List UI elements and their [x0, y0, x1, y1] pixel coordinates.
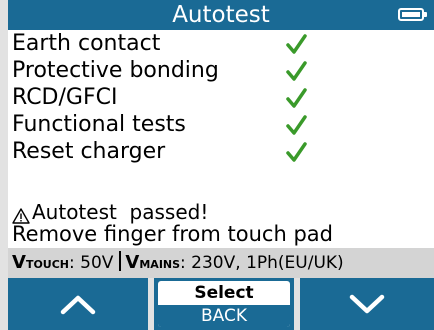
test-row-rcd-gfci: RCD/GFCI	[8, 84, 434, 111]
scroll-down-button[interactable]	[300, 278, 434, 330]
select-back-box: Select BACK	[158, 281, 290, 327]
test-row-protective-bonding: Protective bonding	[8, 57, 434, 84]
touch-voltage-symbol: V	[12, 252, 26, 273]
chevron-down-icon	[349, 294, 385, 314]
battery-full-icon	[398, 8, 427, 21]
touch-voltage-value: : 50V	[69, 253, 114, 273]
title-bar: Autotest	[8, 0, 434, 30]
checkmark-icon	[286, 142, 307, 162]
touch-voltage-subscript: TOUCH	[25, 258, 70, 271]
test-row-reset-charger: Reset charger	[8, 138, 434, 165]
scroll-up-button[interactable]	[8, 278, 148, 330]
chevron-up-icon	[60, 295, 96, 315]
voltage-status-bar: VTOUCH: 50V VMAINS: 230V, 1Ph(EU/UK)	[8, 248, 434, 278]
test-row-earth-contact: Earth contact	[8, 30, 434, 57]
mains-voltage-symbol: V	[125, 252, 140, 273]
checkmark-icon	[286, 88, 307, 108]
page-title: Autotest	[172, 2, 270, 28]
test-row-functional-tests: Functional tests	[8, 111, 434, 138]
checkmark-icon	[286, 115, 307, 135]
test-label: Reset charger	[12, 139, 166, 164]
voltage-readout: VTOUCH: 50V VMAINS: 230V, 1Ph(EU/UK)	[12, 250, 344, 278]
mains-voltage-value: : 230V, 1Ph(EU/UK)	[180, 253, 344, 273]
checkmark-icon	[286, 34, 307, 54]
message-title: Autotest passed!	[32, 200, 209, 224]
softkey-bar: Select BACK	[8, 278, 434, 330]
status-separator	[119, 251, 122, 271]
test-label: Earth contact	[12, 31, 161, 56]
message-instruction: Remove finger from touch pad	[12, 222, 333, 246]
test-label: RCD/GFCI	[12, 85, 118, 110]
mains-voltage-subscript: MAINS	[139, 258, 181, 271]
test-label: Protective bonding	[12, 58, 219, 83]
device-screen: Autotest Earth contact Protective bondin…	[8, 0, 434, 330]
back-label: BACK	[158, 305, 290, 327]
select-back-button[interactable]: Select BACK	[154, 278, 294, 330]
status-message: Autotest passed! Remove finger from touc…	[8, 200, 434, 248]
checkmark-icon	[286, 61, 307, 81]
test-list: Earth contact Protective bonding RCD/GFC…	[8, 30, 434, 165]
select-label: Select	[194, 283, 254, 303]
test-label: Functional tests	[12, 112, 186, 137]
